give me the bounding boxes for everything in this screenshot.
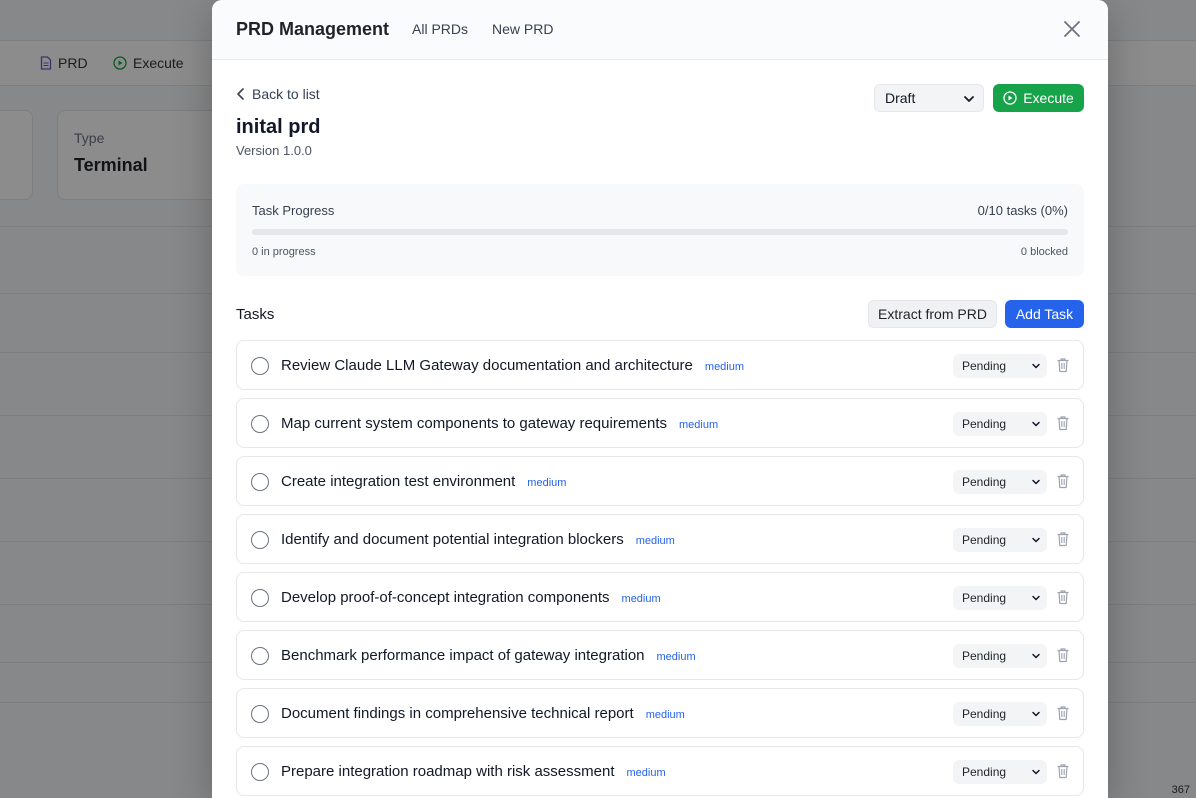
task-priority-badge: medium bbox=[626, 767, 666, 779]
tab-new-prd[interactable]: New PRD bbox=[492, 21, 553, 37]
modal-title: PRD Management bbox=[236, 19, 390, 39]
task-title: Create integration test environment mediu… bbox=[281, 473, 566, 490]
task-row: Review Claude LLM Gateway documentation … bbox=[236, 340, 1084, 390]
task-priority-badge: medium bbox=[704, 361, 745, 373]
task-title-text: Review Claude LLM Gateway documentation … bbox=[281, 357, 693, 374]
task-row: Document findings in comprehensive techn… bbox=[236, 688, 1084, 738]
play-circle-icon bbox=[1003, 91, 1017, 105]
chevron-down-icon bbox=[1032, 711, 1040, 717]
task-complete-checkbox[interactable] bbox=[251, 647, 269, 665]
back-to-list-link[interactable]: Back to list bbox=[236, 86, 320, 102]
task-row: Map current system components to gateway… bbox=[236, 398, 1084, 448]
task-status-select[interactable]: Pending bbox=[953, 586, 1047, 610]
chevron-down-icon bbox=[1032, 363, 1040, 369]
task-complete-checkbox[interactable] bbox=[251, 763, 269, 781]
prd-version: Version 1.0.0 bbox=[236, 143, 312, 158]
modal-header: PRD Management All PRDs New PRD bbox=[212, 0, 1108, 60]
task-progress-panel: Task Progress 0/10 tasks (0%) 0 in progr… bbox=[236, 184, 1084, 276]
task-title: Develop proof-of-concept integration com… bbox=[281, 589, 661, 606]
chevron-down-icon bbox=[1032, 595, 1040, 601]
task-priority-badge: medium bbox=[635, 535, 675, 547]
task-title-text: Develop proof-of-concept integration com… bbox=[281, 589, 610, 606]
task-title-text: Identify and document potential integrat… bbox=[281, 531, 624, 548]
extract-from-prd-button[interactable]: Extract from PRD bbox=[868, 300, 997, 328]
task-row: Prepare integration roadmap with risk as… bbox=[236, 746, 1084, 796]
task-complete-checkbox[interactable] bbox=[251, 589, 269, 607]
execute-button[interactable]: Execute bbox=[993, 84, 1084, 112]
task-status-value: Pending bbox=[962, 533, 1007, 547]
task-row: Create integration test environment mediu… bbox=[236, 456, 1084, 506]
task-row: Develop proof-of-concept integration com… bbox=[236, 572, 1084, 622]
execute-label: Execute bbox=[1023, 90, 1074, 106]
task-progress-bar bbox=[252, 229, 1068, 235]
task-priority-badge: medium bbox=[645, 709, 685, 721]
task-title: Prepare integration roadmap with risk as… bbox=[281, 763, 666, 780]
task-title-text: Document findings in comprehensive techn… bbox=[281, 705, 634, 722]
task-progress-title: Task Progress bbox=[252, 203, 335, 218]
chevron-down-icon bbox=[1032, 479, 1040, 485]
task-status-value: Pending bbox=[962, 359, 1007, 373]
task-status-select[interactable]: Pending bbox=[953, 354, 1047, 378]
task-row: Identify and document potential integrat… bbox=[236, 514, 1084, 564]
trash-icon[interactable] bbox=[1056, 531, 1070, 547]
task-status-value: Pending bbox=[962, 707, 1007, 721]
task-title-text: Map current system components to gateway… bbox=[281, 415, 668, 432]
trash-icon[interactable] bbox=[1056, 589, 1070, 605]
task-status-select[interactable]: Pending bbox=[953, 470, 1047, 494]
prd-status-value: Draft bbox=[885, 90, 916, 106]
task-status-select[interactable]: Pending bbox=[953, 412, 1047, 436]
task-complete-checkbox[interactable] bbox=[251, 531, 269, 549]
prd-management-modal: PRD Management All PRDs New PRD Back to … bbox=[212, 0, 1108, 798]
task-status-value: Pending bbox=[962, 591, 1007, 605]
task-priority-badge: medium bbox=[527, 477, 567, 489]
task-priority-badge: medium bbox=[621, 593, 661, 605]
task-status-select[interactable]: Pending bbox=[953, 760, 1047, 784]
trash-icon[interactable] bbox=[1056, 473, 1070, 489]
task-priority-badge: medium bbox=[656, 651, 696, 663]
task-complete-checkbox[interactable] bbox=[251, 357, 269, 375]
task-title: Review Claude LLM Gateway documentation … bbox=[281, 357, 744, 374]
chevron-down-icon bbox=[1032, 769, 1040, 775]
task-title-text: Benchmark performance impact of gateway … bbox=[281, 647, 645, 664]
task-complete-checkbox[interactable] bbox=[251, 473, 269, 491]
task-status-select[interactable]: Pending bbox=[953, 702, 1047, 726]
back-to-list-label: Back to list bbox=[252, 86, 320, 102]
task-title: Map current system components to gateway… bbox=[281, 415, 718, 432]
task-status-value: Pending bbox=[962, 765, 1007, 779]
chevron-down-icon bbox=[1032, 653, 1040, 659]
chevron-down-icon bbox=[964, 96, 974, 102]
trash-icon[interactable] bbox=[1056, 415, 1070, 431]
trash-icon[interactable] bbox=[1056, 647, 1070, 663]
task-priority-badge: medium bbox=[679, 419, 719, 431]
chevron-down-icon bbox=[1032, 421, 1040, 427]
task-complete-checkbox[interactable] bbox=[251, 705, 269, 723]
tab-all-prds[interactable]: All PRDs bbox=[412, 21, 468, 37]
task-row: Benchmark performance impact of gateway … bbox=[236, 630, 1084, 680]
trash-icon[interactable] bbox=[1056, 763, 1070, 779]
tasks-heading: Tasks bbox=[236, 306, 275, 323]
trash-icon[interactable] bbox=[1056, 705, 1070, 721]
task-title: Benchmark performance impact of gateway … bbox=[281, 647, 696, 664]
chevron-down-icon bbox=[1032, 537, 1040, 543]
task-complete-checkbox[interactable] bbox=[251, 415, 269, 433]
task-title: Document findings in comprehensive techn… bbox=[281, 705, 685, 722]
task-title-text: Prepare integration roadmap with risk as… bbox=[281, 763, 615, 780]
task-title-text: Create integration test environment bbox=[281, 473, 516, 490]
prd-status-select[interactable]: Draft bbox=[874, 84, 984, 112]
trash-icon[interactable] bbox=[1056, 357, 1070, 373]
chevron-left-icon bbox=[237, 88, 244, 100]
blocked-count: 0 blocked bbox=[1020, 246, 1068, 258]
task-progress-count: 0/10 tasks (0%) bbox=[977, 203, 1068, 218]
add-task-button[interactable]: Add Task bbox=[1005, 300, 1084, 328]
task-status-value: Pending bbox=[962, 417, 1007, 431]
prd-title: inital prd bbox=[236, 116, 321, 138]
task-status-select[interactable]: Pending bbox=[953, 644, 1047, 668]
task-title: Identify and document potential integrat… bbox=[281, 531, 675, 548]
task-status-value: Pending bbox=[962, 475, 1007, 489]
in-progress-count: 0 in progress bbox=[252, 246, 316, 258]
task-status-value: Pending bbox=[962, 649, 1007, 663]
task-status-select[interactable]: Pending bbox=[953, 528, 1047, 552]
close-icon[interactable] bbox=[1062, 19, 1082, 39]
